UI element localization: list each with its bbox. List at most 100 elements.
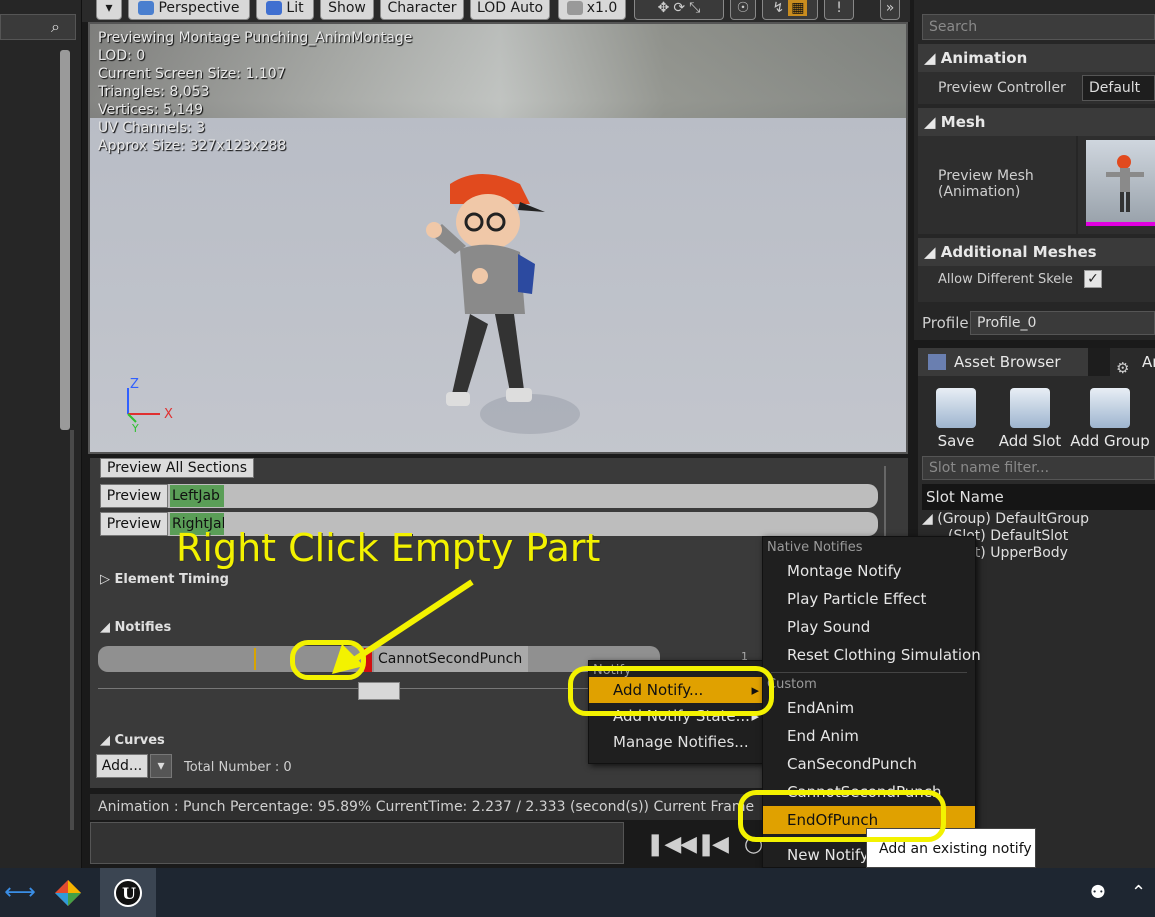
viewport-info-line: UV Channels: 3	[98, 120, 206, 136]
character-model	[426, 174, 580, 434]
menu-item-endanim[interactable]: EndAnim	[763, 694, 975, 722]
additional-meshes-category[interactable]: ◢ Additional Meshes	[918, 238, 1155, 266]
step-back-icon[interactable]: ◀❚	[680, 832, 715, 857]
section-tag-leftjab[interactable]: LeftJab	[170, 485, 224, 507]
slot-header-label: Slot Name	[926, 488, 1004, 506]
double-chevron-icon: »	[885, 0, 895, 16]
preview-controller-dropdown[interactable]: Default	[1082, 75, 1155, 101]
notifies-header[interactable]: ◢ Notifies	[100, 620, 171, 635]
menu-item-montage-notify[interactable]: Montage Notify	[763, 557, 975, 585]
section-divider	[884, 466, 886, 536]
mesh-category[interactable]: ◢ Mesh	[918, 108, 1155, 136]
show-label: Show	[328, 0, 366, 16]
perspective-button[interactable]: Perspective	[128, 0, 250, 20]
tab-anim-slot-manager[interactable]: ⚙ An	[1110, 348, 1155, 376]
total-number: Total Number : 0	[184, 760, 292, 775]
perspective-label: Perspective	[158, 0, 240, 16]
character-button[interactable]: Character	[380, 0, 464, 20]
toolbar-overflow-button[interactable]: »	[880, 0, 900, 20]
globe-icon: ☉	[736, 0, 750, 16]
move-icon[interactable]: ✥	[658, 0, 670, 16]
menu-item-play-particle-effect[interactable]: Play Particle Effect	[763, 585, 975, 613]
preview-all-label: Preview All Sections	[106, 460, 248, 476]
slot-item-label: (Group) DefaultGroup	[937, 511, 1090, 527]
profile-dropdown[interactable]: Profile_0	[970, 311, 1155, 335]
add-curve-dropdown[interactable]: ▾	[150, 754, 172, 778]
left-search-input[interactable]: ⌕	[0, 14, 76, 40]
rotate-icon[interactable]: ⟳	[673, 0, 685, 16]
playback-speed-button[interactable]: x1.0	[558, 0, 626, 20]
viewport-options-button[interactable]: ▾	[96, 0, 122, 20]
lit-button[interactable]: Lit	[256, 0, 314, 20]
menu-item-play-sound[interactable]: Play Sound	[763, 613, 975, 641]
world-local-button[interactable]: ☉	[730, 0, 756, 20]
people-icon[interactable]: ⚉	[1074, 868, 1122, 917]
slot-group-item[interactable]: ◢ (Group) DefaultGroup	[922, 511, 1089, 527]
viewport-info-line: Previewing Montage Punching_AnimMontage	[98, 30, 413, 46]
timeline-scrubber[interactable]	[90, 822, 624, 864]
allow-different-checkbox[interactable]: ✓	[1084, 270, 1102, 288]
add-group-button[interactable]: Add Group	[1070, 384, 1150, 456]
add-label: Add...	[101, 758, 143, 774]
search-icon[interactable]: ⌕	[51, 17, 71, 37]
menu-separator	[771, 672, 967, 673]
warning-button[interactable]: !	[824, 0, 854, 20]
scale-icon[interactable]: ⤡	[689, 0, 700, 16]
chevron-up-icon[interactable]: ⌃	[1122, 868, 1155, 917]
axis-gizmo: Z X Y	[127, 377, 173, 435]
show-button[interactable]: Show	[320, 0, 374, 20]
unreal-engine-icon[interactable]: U	[100, 868, 156, 917]
profile-label: Profile	[922, 314, 969, 332]
menu-item-label: End Anim	[787, 727, 859, 745]
left-scrollbar[interactable]	[60, 50, 70, 430]
track-marker	[254, 648, 256, 670]
chevron-down-icon: ▾	[157, 758, 165, 774]
skip-back-icon[interactable]: ❚◀	[646, 832, 681, 857]
surface-snap-icon[interactable]: ↯	[773, 0, 785, 16]
chevron-down-icon: ◢	[100, 620, 110, 635]
axis-y-label: Y	[131, 422, 139, 435]
preview-label: Preview	[106, 516, 162, 532]
curves-header[interactable]: ◢ Curves	[100, 733, 165, 748]
viewport-info-line: Triangles: 8,053	[98, 84, 210, 100]
save-button[interactable]: Save	[918, 384, 994, 456]
menu-item-manage-notifies[interactable]: Manage Notifies...	[589, 729, 763, 755]
vscode-icon[interactable]: ⟷	[0, 868, 40, 917]
menu-item-label: Play Particle Effect	[787, 590, 927, 608]
preview-leftjab-button[interactable]: Preview	[100, 484, 168, 508]
details-search-input[interactable]: Search	[922, 14, 1155, 40]
slot-filter-input[interactable]: Slot name filter...	[922, 456, 1155, 480]
menu-item-label: CanSecondPunch	[787, 755, 917, 773]
menu-item-reset-clothing[interactable]: Reset Clothing Simulation	[763, 641, 981, 669]
add-slot-button[interactable]: Add Slot	[992, 384, 1068, 456]
add-curve-button[interactable]: Add...	[96, 754, 148, 778]
menu-item-cansecondpunch[interactable]: CanSecondPunch	[763, 750, 975, 778]
menu-item-label: Montage Notify	[787, 562, 902, 580]
preview-all-sections-button[interactable]: Preview All Sections	[100, 458, 254, 478]
native-notifies-section: Native Notifies	[767, 540, 863, 555]
tab-asset-browser[interactable]: Asset Browser	[918, 348, 1088, 376]
slot-name-header: Slot Name	[922, 484, 1155, 510]
viewport[interactable]: Previewing Montage Punching_AnimMontage …	[88, 22, 908, 454]
viewport-info-line: Vertices: 5,149	[98, 102, 204, 118]
speed-label: x1.0	[586, 0, 618, 16]
app-icon[interactable]	[40, 868, 96, 917]
menu-item-end-anim[interactable]: End Anim	[763, 722, 975, 750]
transform-tools[interactable]: ✥ ⟳ ⤡	[634, 0, 724, 20]
element-timing-label: Element Timing	[114, 572, 229, 587]
lod-label: LOD Auto	[476, 0, 544, 16]
mesh-thumbnail[interactable]	[1086, 140, 1155, 226]
menu-item-label: Manage Notifies...	[613, 733, 749, 751]
taskbar	[0, 868, 1155, 917]
grid-snap-icon[interactable]: ▦	[788, 0, 808, 16]
animation-category[interactable]: ◢ Animation	[918, 44, 1155, 72]
preview-mesh-text: Preview Mesh	[938, 168, 1034, 184]
lod-button[interactable]: LOD Auto	[470, 0, 550, 20]
allow-different-text: Allow Different Skele	[938, 272, 1073, 287]
additional-meshes-header: Additional Meshes	[940, 243, 1097, 261]
play-reverse-icon[interactable]: ◀	[712, 832, 729, 857]
preview-rightjab-button[interactable]: Preview	[100, 512, 168, 536]
element-timing-header[interactable]: ▷ Element Timing	[100, 572, 229, 587]
character-label: Character	[387, 0, 457, 16]
snap-buttons[interactable]: ↯ ▦	[762, 0, 818, 20]
